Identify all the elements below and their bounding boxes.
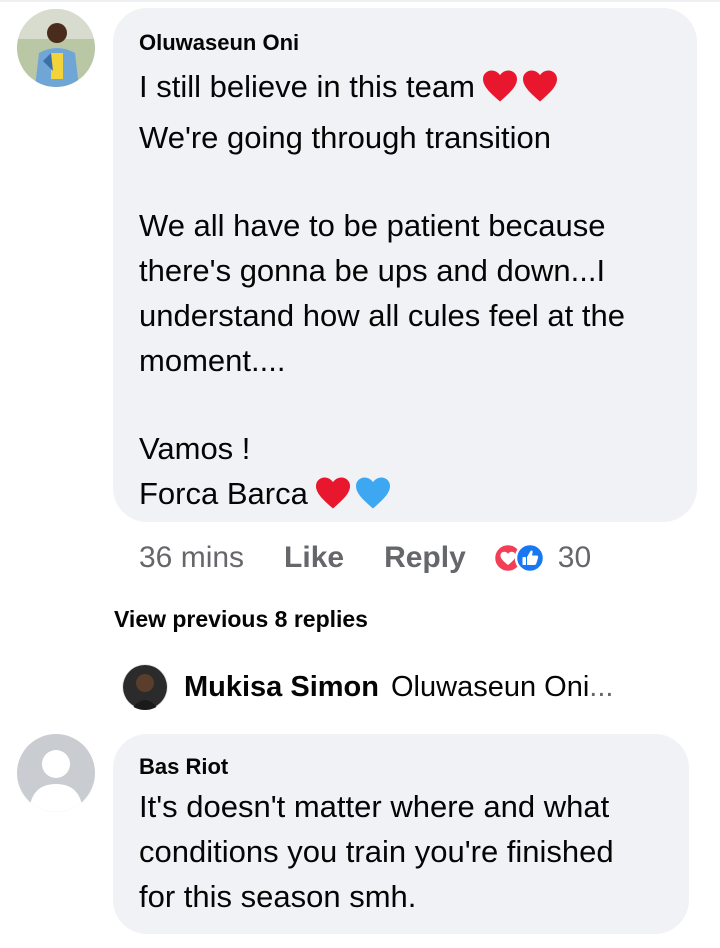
reaction-icons (492, 542, 546, 574)
reaction-count: 30 (557, 541, 592, 574)
avatar[interactable] (17, 9, 95, 87)
comment-line: understand how all cules feel at the (139, 298, 625, 333)
reply-author[interactable]: Mukisa Simon (184, 671, 379, 704)
profile-photo-mukisa (122, 664, 168, 710)
comment-author[interactable]: Bas Riot (139, 754, 689, 780)
avatar[interactable] (17, 734, 95, 812)
comment-line: conditions you train you're finished (139, 834, 614, 869)
view-previous-replies-link[interactable]: View previous 8 replies (114, 606, 368, 633)
reply-button[interactable]: Reply (384, 541, 466, 575)
comment-line: Vamos ! (139, 431, 251, 466)
top-divider (0, 0, 720, 2)
comment-line: for this season smh. (139, 879, 417, 914)
comment-line: Forca Barca (139, 471, 697, 522)
comment-bubble: Bas Riot It's doesn't matter where and w… (113, 734, 689, 934)
reply-preview-row[interactable]: Mukisa Simon Oluwaseun Oni... (122, 662, 613, 712)
comment-line: We all have to be patient because (139, 208, 606, 243)
truncation-ellipsis: ... (589, 670, 614, 703)
comment-actions: 36 mins Like Reply 30 (139, 538, 591, 578)
comment-text: It's doesn't matter where and what condi… (139, 784, 689, 919)
comment-line: It's doesn't matter where and what (139, 789, 610, 824)
default-avatar-icon (17, 734, 95, 812)
reaction-summary[interactable]: 30 (492, 541, 591, 575)
like-button[interactable]: Like (284, 541, 344, 575)
red-heart-icon (314, 476, 352, 522)
comment-line: We're going through transition (139, 120, 552, 155)
comment-bubble: Oluwaseun Oni I still believe in this te… (113, 8, 697, 522)
comment-timestamp[interactable]: 36 mins (139, 541, 244, 575)
comment-line: moment.... (139, 343, 286, 378)
comment-line: I still believe in this team (139, 64, 697, 115)
like-reaction-icon (514, 542, 546, 574)
profile-photo-oluwaseun (17, 9, 95, 87)
red-heart-icon (521, 69, 559, 115)
red-heart-icon (481, 69, 519, 115)
avatar[interactable] (122, 664, 168, 710)
reply-text-preview: Oluwaseun Oni... (391, 670, 614, 703)
comment-line: there's gonna be ups and down...I (139, 253, 606, 288)
blue-heart-icon (354, 476, 392, 522)
comment-author[interactable]: Oluwaseun Oni (139, 30, 697, 56)
comment-text: I still believe in this team We're going… (139, 64, 697, 522)
